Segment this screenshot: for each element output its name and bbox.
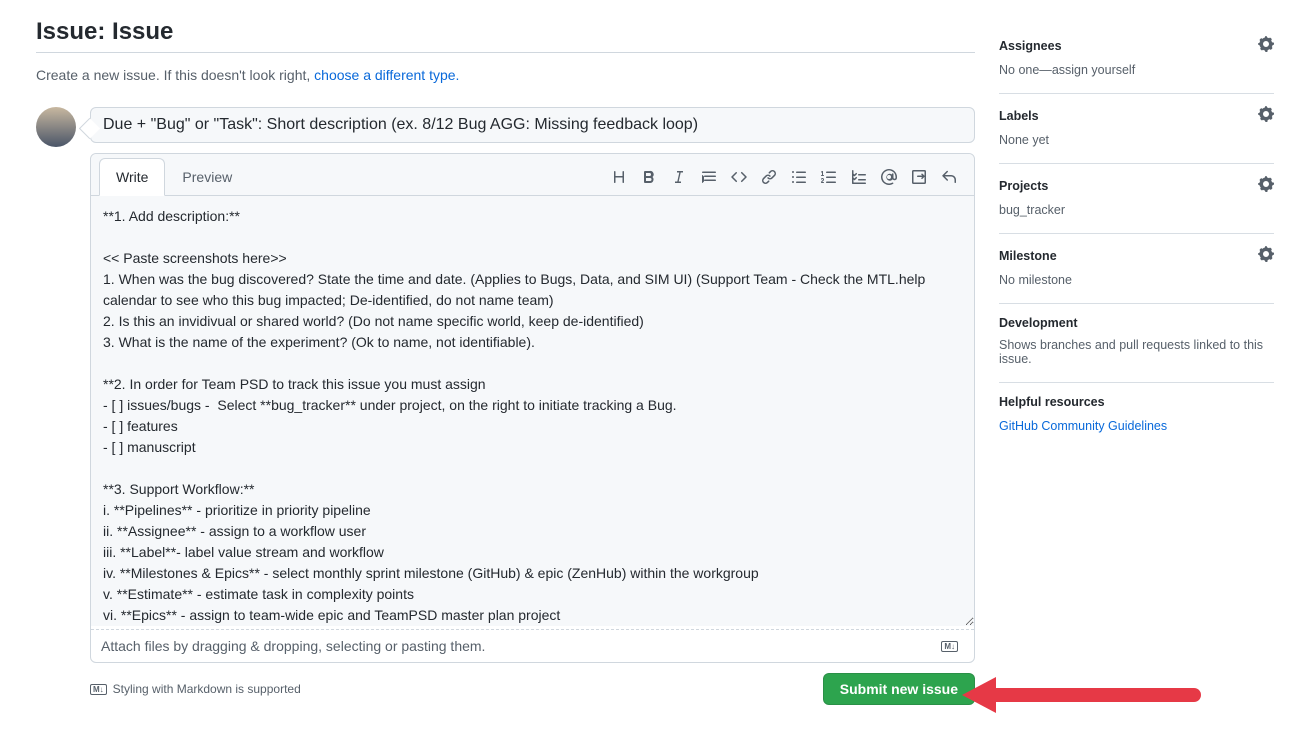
ul-icon[interactable]: [786, 164, 812, 190]
issue-title-input[interactable]: [90, 107, 975, 143]
tab-write[interactable]: Write: [99, 158, 165, 196]
attach-text: Attach files by dragging & dropping, sel…: [101, 638, 485, 654]
heading-icon[interactable]: [606, 164, 632, 190]
markdown-icon: M↓: [941, 641, 958, 652]
avatar: [36, 107, 76, 147]
page-title: Issue: Issue: [36, 18, 975, 46]
tasklist-icon[interactable]: [846, 164, 872, 190]
milestone-value: No milestone: [999, 273, 1274, 287]
assign-yourself-link[interactable]: assign yourself: [1052, 63, 1135, 77]
mention-icon[interactable]: [876, 164, 902, 190]
development-value: Shows branches and pull requests linked …: [999, 338, 1274, 366]
gear-icon[interactable]: [1258, 106, 1274, 125]
link-icon[interactable]: [756, 164, 782, 190]
assignees-value: No one—: [999, 63, 1052, 77]
gear-icon[interactable]: [1258, 36, 1274, 55]
bold-icon[interactable]: [636, 164, 662, 190]
choose-type-link[interactable]: choose a different type.: [314, 67, 459, 83]
crossref-icon[interactable]: [906, 164, 932, 190]
markdown-note-text: Styling with Markdown is supported: [113, 682, 301, 696]
italic-icon[interactable]: [666, 164, 692, 190]
development-label: Development: [999, 316, 1078, 330]
labels-label: Labels: [999, 109, 1039, 123]
community-guidelines-link[interactable]: GitHub Community Guidelines: [999, 419, 1167, 433]
comment-box: Write Preview: [90, 153, 975, 663]
subtitle-text: Create a new issue. If this doesn't look…: [36, 67, 314, 83]
code-icon[interactable]: [726, 164, 752, 190]
projects-value: bug_tracker: [999, 203, 1274, 217]
labels-value: None yet: [999, 133, 1274, 147]
divider: [36, 52, 975, 53]
issue-body-textarea[interactable]: [91, 196, 974, 626]
attach-row[interactable]: Attach files by dragging & dropping, sel…: [91, 629, 974, 662]
gear-icon[interactable]: [1258, 176, 1274, 195]
quote-icon[interactable]: [696, 164, 722, 190]
tab-preview[interactable]: Preview: [165, 158, 249, 196]
milestone-label: Milestone: [999, 249, 1057, 263]
help-label: Helpful resources: [999, 395, 1105, 409]
reply-icon[interactable]: [936, 164, 962, 190]
markdown-toolbar: [606, 164, 966, 190]
gear-icon[interactable]: [1258, 246, 1274, 265]
submit-button[interactable]: Submit new issue: [823, 673, 975, 705]
subtitle: Create a new issue. If this doesn't look…: [36, 67, 975, 83]
ol-icon[interactable]: [816, 164, 842, 190]
markdown-note[interactable]: M↓ Styling with Markdown is supported: [90, 682, 301, 696]
markdown-icon: M↓: [90, 684, 107, 695]
assignees-label: Assignees: [999, 39, 1062, 53]
projects-label: Projects: [999, 179, 1048, 193]
